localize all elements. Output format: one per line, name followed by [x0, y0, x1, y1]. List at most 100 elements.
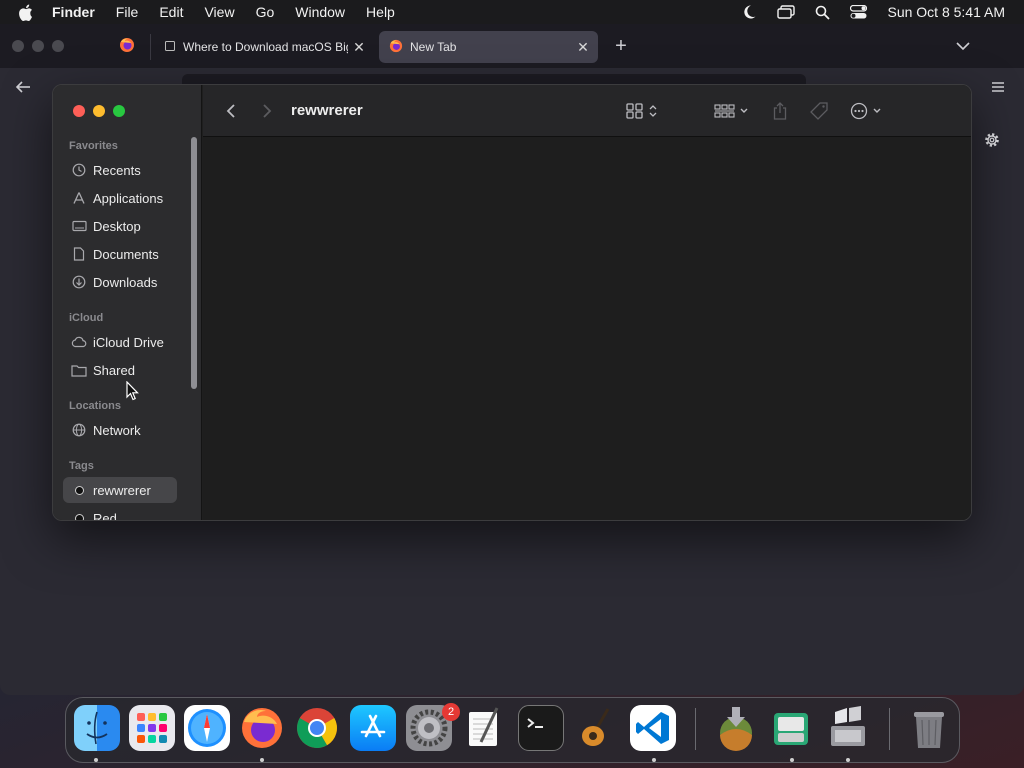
notification-badge: 2	[442, 703, 460, 721]
sidebar-item-label: Red	[93, 510, 117, 521]
control-center-icon[interactable]	[850, 5, 868, 19]
sidebar-item-tag-rewwrerer[interactable]: rewwrerer	[63, 477, 177, 503]
sidebar-item-applications[interactable]: Applications	[63, 185, 177, 211]
sidebar-section-icloud: iCloud	[69, 312, 104, 324]
browser-close-button[interactable]	[12, 40, 24, 52]
pinned-tab[interactable]	[112, 34, 142, 60]
running-indicator	[260, 758, 264, 762]
menu-go[interactable]: Go	[256, 4, 275, 20]
menubar-clock[interactable]: Sun Oct 8 5:41 AM	[887, 4, 1005, 20]
menu-help[interactable]: Help	[366, 4, 395, 20]
sidebar-section-locations: Locations	[69, 400, 121, 412]
sidebar-scrollbar-thumb[interactable]	[191, 137, 197, 389]
dock-chrome-icon[interactable]	[294, 705, 340, 751]
tab-where-to-download[interactable]: Where to Download macOS Big ✕	[154, 31, 374, 63]
finder-content-area[interactable]	[203, 138, 971, 520]
dock-install-macos-icon[interactable]	[713, 705, 759, 751]
tab-new-tab[interactable]: New Tab ✕	[379, 31, 598, 63]
document-icon	[71, 246, 87, 262]
dock-separator	[695, 708, 696, 750]
menu-app-name[interactable]: Finder	[52, 4, 95, 20]
dock-terminal-icon[interactable]	[518, 705, 564, 751]
firefox-icon	[119, 37, 135, 58]
tab-strip: Where to Download macOS Big ✕ New Tab ✕ …	[0, 24, 1024, 68]
tag-dot-icon	[71, 510, 87, 520]
firefox-icon	[389, 39, 403, 56]
globe-icon	[71, 422, 87, 438]
dock-safari-icon[interactable]	[184, 705, 230, 751]
finder-toolbar: rewwrerer	[203, 85, 971, 137]
cloud-icon	[71, 334, 87, 350]
sidebar-item-recents[interactable]: Recents	[63, 157, 177, 183]
tab-close-icon[interactable]: ✕	[348, 39, 370, 56]
sidebar-scrollbar[interactable]	[191, 137, 199, 395]
running-indicator	[652, 758, 656, 762]
tab-close-icon[interactable]: ✕	[572, 39, 594, 56]
sidebar-item-icloud-drive[interactable]: iCloud Drive	[63, 329, 177, 355]
view-mode-grid-icon[interactable]	[623, 99, 663, 123]
sidebar-item-shared[interactable]: Shared	[63, 357, 177, 383]
back-chevron-icon[interactable]	[221, 101, 241, 121]
chevron-down-icon[interactable]	[955, 38, 973, 54]
menu-edit[interactable]: Edit	[159, 4, 183, 20]
running-indicator	[846, 758, 850, 762]
moon-icon[interactable]	[741, 4, 757, 20]
sidebar-item-label: Desktop	[93, 218, 141, 234]
dock-app-store-icon[interactable]	[350, 705, 396, 751]
mouse-cursor-icon	[126, 380, 140, 401]
forward-chevron-icon[interactable]	[257, 101, 277, 121]
tab-title: Where to Download macOS Big	[183, 40, 348, 54]
spotlight-icon[interactable]	[815, 5, 831, 20]
window-minimize-button[interactable]	[93, 105, 105, 117]
running-indicator	[94, 758, 98, 762]
back-arrow-icon[interactable]	[14, 78, 34, 98]
sidebar-item-label: Shared	[93, 362, 135, 378]
apple-menu-icon[interactable]	[18, 4, 36, 21]
dock-textedit-icon[interactable]	[461, 705, 507, 751]
dock-finder-icon[interactable]	[74, 705, 120, 751]
dock	[65, 697, 960, 763]
sidebar-item-desktop[interactable]: Desktop	[63, 213, 177, 239]
browser-minimize-button[interactable]	[32, 40, 44, 52]
hamburger-menu-icon[interactable]	[990, 80, 1008, 96]
desktop-icon	[71, 218, 87, 234]
page-icon	[164, 40, 176, 55]
dock-separator	[889, 708, 890, 750]
menu-view[interactable]: View	[204, 4, 234, 20]
sidebar-item-label: Downloads	[93, 274, 158, 290]
sidebar-item-tag-red[interactable]: Red	[63, 505, 177, 521]
finder-window: Favorites Recents Applications Desktop D…	[52, 84, 972, 521]
new-tab-button[interactable]: +	[610, 36, 632, 58]
menu-file[interactable]: File	[116, 4, 139, 20]
tag-icon[interactable]	[807, 99, 831, 123]
dock-vscode-icon[interactable]	[630, 705, 676, 751]
more-actions-icon[interactable]	[848, 99, 888, 123]
tab-separator	[150, 34, 151, 60]
tab-title: New Tab	[410, 40, 457, 54]
sidebar-item-downloads[interactable]: Downloads	[63, 269, 177, 295]
menu-window[interactable]: Window	[295, 4, 345, 20]
sidebar-item-documents[interactable]: Documents	[63, 241, 177, 267]
clock-icon	[71, 162, 87, 178]
screen-mirroring-icon[interactable]	[777, 5, 796, 19]
sidebar-section-tags: Tags	[69, 460, 94, 472]
window-close-button[interactable]	[73, 105, 85, 117]
window-zoom-button[interactable]	[113, 105, 125, 117]
dock-firefox-icon[interactable]	[239, 705, 285, 751]
dock-launchpad-icon[interactable]	[129, 705, 175, 751]
dock-boot-camp-assistant-icon[interactable]	[824, 705, 870, 751]
tag-dot-icon	[71, 482, 87, 498]
dock-archive-utility-icon[interactable]	[768, 705, 814, 751]
dock-trash-icon[interactable]	[906, 705, 952, 751]
dock-garageband-icon[interactable]	[574, 705, 620, 751]
gear-icon[interactable]	[983, 131, 1003, 151]
download-icon	[71, 274, 87, 290]
finder-sidebar: Favorites Recents Applications Desktop D…	[53, 85, 202, 521]
share-icon[interactable]	[769, 99, 791, 123]
sidebar-item-network[interactable]: Network	[63, 417, 177, 443]
sidebar-item-label: Network	[93, 422, 141, 438]
finder-main: rewwrerer	[203, 85, 971, 520]
group-by-icon[interactable]	[711, 99, 753, 123]
running-indicator	[790, 758, 794, 762]
browser-zoom-button[interactable]	[52, 40, 64, 52]
